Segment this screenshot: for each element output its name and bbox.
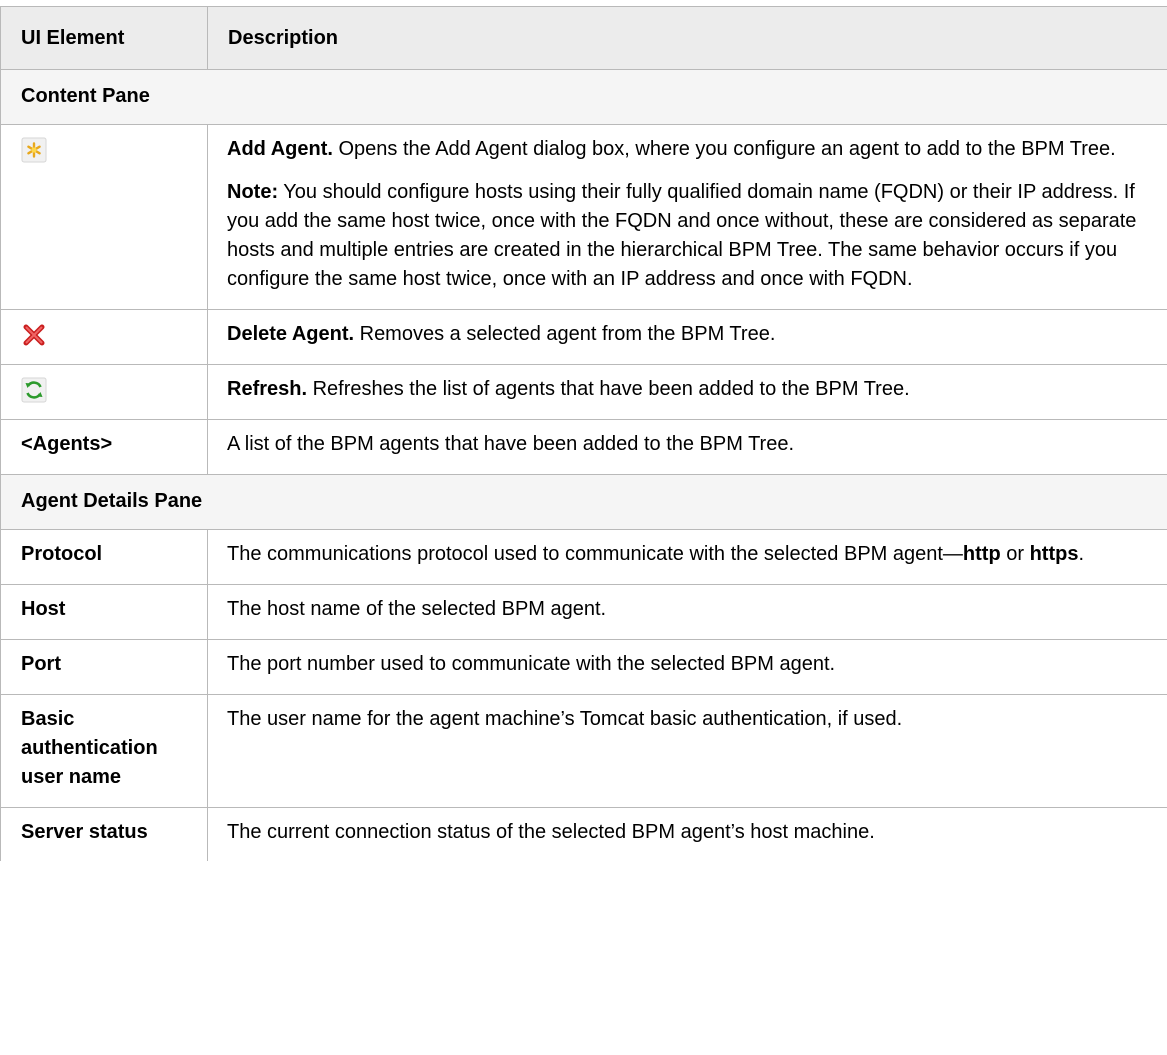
section-agent-details-pane: Agent Details Pane: [0, 474, 1167, 530]
description-cell: Refresh. Refreshes the list of agents th…: [207, 364, 1167, 420]
table-header-row: UI Element Description: [0, 6, 1167, 70]
table-row: Server status The current connection sta…: [0, 807, 1167, 861]
basic-auth-desc: The user name for the agent machine’s To…: [207, 694, 1167, 808]
add-agent-title: Add Agent.: [227, 138, 333, 160]
table-row: Basic authentication user name The user …: [0, 694, 1167, 808]
note-label: Note:: [227, 181, 279, 203]
port-label: Port: [0, 639, 208, 695]
ui-element-cell: [0, 309, 208, 365]
add-star-icon: [21, 137, 47, 163]
protocol-http: http: [962, 543, 1001, 565]
add-agent-note: Note: You should configure hosts using t…: [227, 178, 1151, 294]
delete-agent-desc: Delete Agent. Removes a selected agent f…: [227, 320, 1151, 349]
section-title: Content Pane: [0, 69, 1167, 125]
refresh-text: Refreshes the list of agents that have b…: [307, 378, 910, 400]
table-row: Host The host name of the selected BPM a…: [0, 584, 1167, 640]
section-content-pane: Content Pane: [0, 69, 1167, 125]
table-row: Add Agent. Opens the Add Agent dialog bo…: [0, 124, 1167, 310]
refresh-desc: Refresh. Refreshes the list of agents th…: [227, 375, 1151, 404]
agents-label: <Agents>: [0, 419, 208, 475]
ui-element-cell: [0, 364, 208, 420]
table-row: Delete Agent. Removes a selected agent f…: [0, 309, 1167, 365]
port-desc: The port number used to communicate with…: [207, 639, 1167, 695]
header-ui-element: UI Element: [0, 6, 208, 70]
protocol-end: .: [1078, 543, 1085, 565]
protocol-text: The communications protocol used to comm…: [227, 543, 963, 565]
host-label: Host: [0, 584, 208, 640]
protocol-desc: The communications protocol used to comm…: [207, 529, 1167, 585]
agents-desc: A list of the BPM agents that have been …: [207, 419, 1167, 475]
host-desc: The host name of the selected BPM agent.: [207, 584, 1167, 640]
table-row: Refresh. Refreshes the list of agents th…: [0, 364, 1167, 420]
table-row: Protocol The communications protocol use…: [0, 529, 1167, 585]
refresh-icon: [21, 377, 47, 403]
table-row: <Agents> A list of the BPM agents that h…: [0, 419, 1167, 475]
header-description: Description: [207, 6, 1167, 70]
protocol-label: Protocol: [0, 529, 208, 585]
server-status-label: Server status: [0, 807, 208, 861]
delete-x-icon: [21, 322, 47, 348]
refresh-title: Refresh.: [227, 378, 308, 400]
server-status-desc: The current connection status of the sel…: [207, 807, 1167, 861]
basic-auth-label: Basic authentication user name: [0, 694, 208, 808]
description-cell: Add Agent. Opens the Add Agent dialog bo…: [207, 124, 1167, 310]
note-text: You should configure hosts using their f…: [227, 181, 1137, 290]
ui-element-cell: [0, 124, 208, 310]
delete-agent-text: Removes a selected agent from the BPM Tr…: [354, 323, 776, 345]
table-row: Port The port number used to communicate…: [0, 639, 1167, 695]
protocol-https: https: [1029, 543, 1079, 565]
add-agent-desc: Add Agent. Opens the Add Agent dialog bo…: [227, 135, 1151, 164]
section-title: Agent Details Pane: [0, 474, 1167, 530]
description-cell: Delete Agent. Removes a selected agent f…: [207, 309, 1167, 365]
protocol-or: or: [1000, 543, 1030, 565]
delete-agent-title: Delete Agent.: [227, 323, 355, 345]
ui-elements-table: UI Element Description Content Pane Add …: [0, 6, 1167, 861]
add-agent-text: Opens the Add Agent dialog box, where yo…: [332, 138, 1116, 160]
